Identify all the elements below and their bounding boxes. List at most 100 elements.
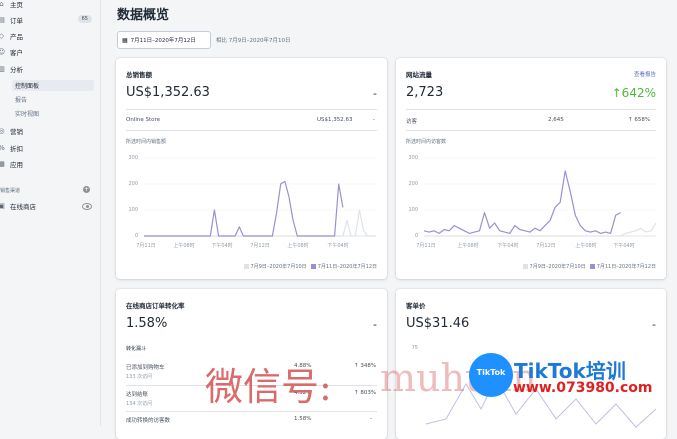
chart-legend: 7月9日–2020年7月10日 7月11日–2020年7月12日 bbox=[519, 263, 656, 270]
previous-period-series-line bbox=[424, 222, 657, 237]
legend-swatch-previous bbox=[522, 264, 528, 269]
orders-count-badge: 65 bbox=[77, 15, 92, 23]
x-tick-label: 7月12日 bbox=[250, 243, 270, 249]
sales-channels-label: 销售渠道 bbox=[0, 188, 21, 194]
sidebar-item-products[interactable]: ◇ 产品 bbox=[0, 29, 23, 43]
analytics-icon: ▥ bbox=[0, 64, 5, 73]
traffic-value: 2,723 bbox=[406, 85, 444, 100]
x-tick-label: 下午04时 bbox=[211, 243, 233, 249]
date-range-label: 7月11日–2020年7月12日 bbox=[130, 38, 196, 44]
funnel-row-label: 成功转换的访客数 bbox=[126, 418, 171, 424]
sales-line-chart bbox=[144, 157, 376, 237]
x-tick-label: 下午04时 bbox=[497, 243, 519, 249]
sidebar-item-customers[interactable]: ☺ 客户 bbox=[0, 45, 23, 59]
conversion-rate-card: 在线商店订单转化率 1.58% - 转化漏斗 已添加到购物车 133 次访问 4… bbox=[116, 289, 387, 439]
aov-line-chart bbox=[425, 377, 657, 428]
divider bbox=[406, 130, 656, 131]
divider bbox=[406, 109, 656, 110]
view-store-eye-icon[interactable] bbox=[82, 203, 92, 210]
aov-change: - bbox=[652, 318, 656, 331]
sidebar-subitem-live-view[interactable]: 实时视图 bbox=[15, 109, 39, 118]
add-channel-icon[interactable]: + bbox=[83, 186, 90, 193]
funnel-row-sub: 133 次访问 bbox=[126, 374, 153, 380]
y-tick-label: 100 bbox=[128, 207, 138, 213]
legend-swatch-current bbox=[589, 264, 595, 269]
conversion-change: - bbox=[373, 318, 377, 331]
compare-period-text: 相比 7月9日–2020年7月10日 bbox=[216, 38, 291, 44]
marketing-icon: ◎ bbox=[0, 126, 5, 135]
card-title: 客单价 bbox=[406, 302, 426, 310]
home-icon: ⌂ bbox=[0, 0, 4, 8]
x-tick-label: 上午08时 bbox=[173, 243, 195, 249]
aov-value: US$31.46 bbox=[406, 316, 470, 331]
date-range-picker[interactable]: ▦ 7月11日–2020年7月12日 bbox=[117, 31, 211, 49]
chart-legend: 7月9日–2020年7月10日 7月11日–2020年7月12日 bbox=[240, 263, 377, 270]
divider bbox=[126, 130, 377, 131]
sidebar-item-label: 应用 bbox=[10, 161, 23, 169]
sidebar-item-label: 折扣 bbox=[10, 145, 23, 153]
card-title: 总销售额 bbox=[126, 71, 152, 79]
visitors-change: ↑ 658% bbox=[628, 117, 651, 123]
legend-label: 7月9日–2020年7月10日 bbox=[529, 264, 586, 270]
x-tick-label: 7月12日 bbox=[536, 243, 556, 249]
legend-label: 7月9日–2020年7月10日 bbox=[250, 264, 307, 270]
store-icon: ▣ bbox=[0, 201, 5, 210]
sidebar-item-apps[interactable]: ▦ 应用 bbox=[0, 157, 23, 171]
logo-text: TikTok bbox=[476, 368, 506, 377]
sidebar-item-marketing[interactable]: ◎ 营销 bbox=[0, 124, 23, 138]
y-tick-label: 200 bbox=[408, 181, 418, 187]
sidebar-subitem-dashboard[interactable]: 控制面板 bbox=[12, 80, 94, 91]
x-tick-label: 上午08时 bbox=[287, 243, 309, 249]
customer-icon: ☺ bbox=[0, 47, 6, 56]
average-order-value-card: 客单价 US$31.46 - 75 bbox=[396, 289, 666, 439]
divider bbox=[126, 411, 377, 412]
funnel-label: 转化漏斗 bbox=[126, 346, 147, 352]
y-tick-label: 100 bbox=[408, 207, 418, 213]
sidebar-subitem-reports[interactable]: 报告 bbox=[15, 95, 27, 104]
divider bbox=[126, 109, 377, 110]
x-tick-label: 下午04时 bbox=[613, 243, 635, 249]
x-tick-label: 7月11日 bbox=[136, 243, 156, 249]
sidebar-item-label: 营销 bbox=[10, 128, 23, 136]
page-title: 数据概览 bbox=[117, 8, 170, 23]
y-tick-label: 75 bbox=[411, 345, 418, 351]
channel-label: Online Store bbox=[126, 117, 161, 123]
current-period-series-line bbox=[423, 170, 621, 235]
traffic-line-chart bbox=[423, 157, 657, 237]
legend-label: 7月11日–2020年7月12日 bbox=[317, 264, 377, 270]
current-period-series-line bbox=[144, 180, 344, 237]
sidebar-item-label: 分析 bbox=[10, 66, 23, 74]
site-traffic-card: 网站流量 查看报告 2,723 ↑642% 访客 2,645 ↑ 658% 所选… bbox=[396, 58, 666, 279]
funnel-row-change: ↑ 348% bbox=[354, 363, 377, 369]
sidebar-item-analytics[interactable]: ▥ 分析 bbox=[0, 62, 23, 76]
sidebar-item-label: 订单 bbox=[10, 17, 23, 25]
funnel-row-pct: 1.58% bbox=[294, 416, 312, 422]
visitors-value: 2,645 bbox=[548, 117, 564, 123]
channel-change: - bbox=[373, 117, 375, 123]
conversion-value: 1.58% bbox=[126, 316, 168, 331]
funnel-row-change: - bbox=[370, 416, 372, 422]
funnel-row-pct: 4.88% bbox=[294, 363, 312, 369]
sidebar-item-label: 客户 bbox=[10, 49, 23, 57]
tag-icon: ◇ bbox=[0, 31, 5, 40]
funnel-row-sub: 134 次访问 bbox=[126, 401, 153, 407]
view-report-link[interactable]: 查看报告 bbox=[634, 70, 656, 78]
previous-period-series-line bbox=[144, 209, 376, 237]
chart-label: 所选时间内销售额 bbox=[126, 139, 167, 145]
legend-swatch-current bbox=[310, 264, 316, 269]
sidebar-item-orders[interactable]: ▤ 订单 65 bbox=[0, 13, 100, 27]
x-tick-label: 下午04时 bbox=[327, 243, 349, 249]
sidebar-item-label: 主页 bbox=[10, 1, 23, 9]
funnel-row-pct: 4.92% bbox=[294, 390, 312, 396]
sidebar-item-home[interactable]: ⌂ 主页 bbox=[0, 0, 23, 11]
apps-icon: ▦ bbox=[0, 159, 5, 168]
legend-label: 7月11日–2020年7月12日 bbox=[596, 264, 656, 270]
funnel-row-label: 达到结账 bbox=[126, 392, 149, 398]
total-sales-card: 总销售额 US$1,352.63 - Online Store US$1,352… bbox=[116, 58, 387, 279]
sidebar: ⌂ 主页 ▤ 订单 65 ◇ 产品 ☺ 客户 ▥ 分析 控制面板 报告 实时视图… bbox=[0, 0, 101, 426]
sidebar-item-discounts[interactable]: % 折扣 bbox=[0, 141, 23, 155]
y-tick-label: 0 bbox=[414, 233, 418, 239]
total-sales-change: - bbox=[373, 87, 377, 100]
card-title: 在线商店订单转化率 bbox=[126, 302, 185, 310]
funnel-row-change: ↑ 803% bbox=[354, 390, 377, 396]
